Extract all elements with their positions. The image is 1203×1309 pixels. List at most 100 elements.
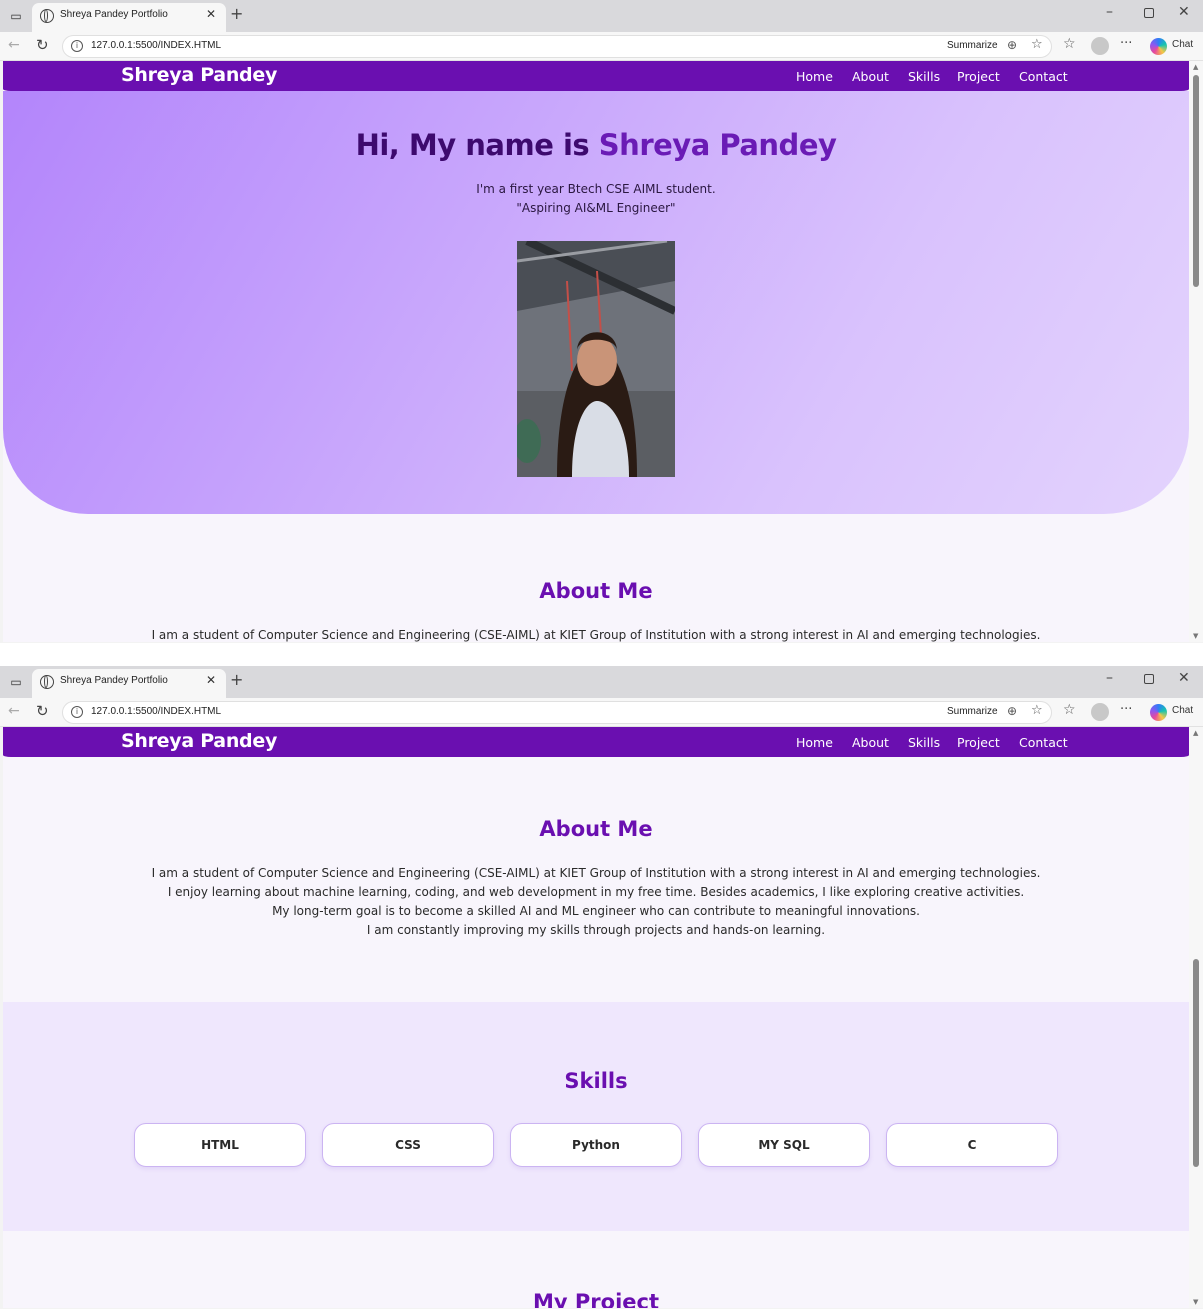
hero-name: Shreya Pandey — [598, 128, 837, 162]
hero-tagline: "Aspiring AI&ML Engineer" — [516, 201, 676, 215]
about-line-4: I am constantly improving my skills thro… — [366, 923, 826, 937]
address-bar: ← ↻ i 127.0.0.1:5500/INDEX.HTML Summariz… — [0, 32, 1203, 61]
close-window-icon[interactable]: ✕ — [1178, 670, 1190, 686]
close-window-icon[interactable]: ✕ — [1178, 4, 1190, 20]
site-navbar: Shreya Pandey Home About Skills Project … — [3, 61, 1189, 91]
window-menu-icon[interactable]: ▭ — [8, 8, 24, 24]
hero-intro: I'm a first year Btech CSE AIML student. — [476, 182, 716, 196]
favorite-star-icon[interactable]: ☆ — [1031, 37, 1043, 52]
browser-tab[interactable]: Shreya Pandey Portfolio ✕ — [32, 3, 226, 32]
nav-home-link[interactable]: Home — [796, 69, 833, 84]
reload-icon[interactable]: ↻ — [36, 702, 49, 720]
maximize-icon[interactable] — [1144, 8, 1154, 18]
page-viewport: About Me I am a student of Computer Scie… — [3, 727, 1189, 1308]
profile-avatar[interactable] — [1091, 703, 1109, 721]
nav-contact-link[interactable]: Contact — [1019, 735, 1068, 750]
tab-title: Shreya Pandey Portfolio — [60, 675, 168, 686]
skill-card-python: Python — [510, 1123, 682, 1167]
minimize-icon[interactable]: – — [1106, 670, 1113, 686]
summarize-button[interactable]: Summarize — [947, 40, 998, 51]
back-icon[interactable]: ← — [8, 703, 20, 719]
more-menu-icon[interactable]: ··· — [1120, 36, 1132, 51]
maximize-icon[interactable] — [1144, 674, 1154, 684]
chat-label: Chat — [1172, 705, 1194, 716]
window-menu-icon[interactable]: ▭ — [8, 674, 24, 690]
page-viewport: Hi, My name is Shreya Pandey I'm a first… — [3, 61, 1189, 642]
hero-greeting: Hi, My name is — [355, 128, 590, 162]
favorites-icon[interactable]: ☆ — [1063, 702, 1076, 718]
favorite-star-icon[interactable]: ☆ — [1031, 703, 1043, 718]
nav-skills-link[interactable]: Skills — [908, 69, 940, 84]
translate-icon[interactable]: ⊕ — [1007, 704, 1017, 718]
copilot-icon — [1150, 704, 1167, 721]
nav-project-link[interactable]: Project — [957, 735, 1000, 750]
scroll-down-icon[interactable]: ▼ — [1193, 632, 1198, 640]
nav-about-link[interactable]: About — [852, 735, 889, 750]
site-brand[interactable]: Shreya Pandey — [121, 64, 277, 86]
favorites-icon[interactable]: ☆ — [1063, 36, 1076, 52]
about-line-1: I am a student of Computer Science and E… — [151, 628, 1041, 642]
url-field[interactable]: i 127.0.0.1:5500/INDEX.HTML Summarize ⊕ … — [62, 701, 1052, 724]
profile-avatar[interactable] — [1091, 37, 1109, 55]
address-bar: ← ↻ i 127.0.0.1:5500/INDEX.HTML Summariz… — [0, 698, 1203, 727]
nav-contact-link[interactable]: Contact — [1019, 69, 1068, 84]
close-tab-icon[interactable]: ✕ — [206, 673, 216, 687]
scroll-thumb[interactable] — [1193, 75, 1199, 287]
browser-window-bottom: ▭ Shreya Pandey Portfolio ✕ + – ✕ ← ↻ i … — [0, 666, 1203, 1309]
browser-window-top: ▭ Shreya Pandey Portfolio ✕ + – ✕ ← ↻ i … — [0, 0, 1203, 643]
url-field[interactable]: i 127.0.0.1:5500/INDEX.HTML Summarize ⊕ … — [62, 35, 1052, 58]
profile-photo — [517, 241, 675, 477]
skills-title: Skills — [564, 1069, 628, 1093]
copilot-chat-button[interactable]: Chat — [1150, 37, 1196, 55]
translate-icon[interactable]: ⊕ — [1007, 38, 1017, 52]
hero-section: Hi, My name is Shreya Pandey I'm a first… — [3, 91, 1189, 514]
scroll-up-icon[interactable]: ▲ — [1193, 63, 1198, 71]
site-brand[interactable]: Shreya Pandey — [121, 730, 277, 752]
profile-photo-image — [517, 241, 675, 477]
back-icon[interactable]: ← — [8, 37, 20, 53]
tab-title: Shreya Pandey Portfolio — [60, 9, 168, 20]
vertical-scrollbar[interactable]: ▲ ▼ — [1189, 61, 1203, 642]
browser-tab[interactable]: Shreya Pandey Portfolio ✕ — [32, 669, 226, 698]
nav-home-link[interactable]: Home — [796, 735, 833, 750]
tab-bar: ▭ Shreya Pandey Portfolio ✕ + – ✕ — [0, 0, 1203, 32]
skill-card-mysql: MY SQL — [698, 1123, 870, 1167]
tab-bar: ▭ Shreya Pandey Portfolio ✕ + – ✕ — [0, 666, 1203, 698]
about-line-2: I enjoy learning about machine learning,… — [167, 885, 1025, 899]
new-tab-icon[interactable]: + — [230, 4, 243, 23]
nav-about-link[interactable]: About — [852, 69, 889, 84]
reload-icon[interactable]: ↻ — [36, 36, 49, 54]
vertical-scrollbar[interactable]: ▲ ▼ — [1189, 727, 1203, 1308]
globe-icon — [40, 675, 54, 689]
chat-label: Chat — [1172, 39, 1194, 50]
more-menu-icon[interactable]: ··· — [1120, 702, 1132, 717]
url-text: 127.0.0.1:5500/INDEX.HTML — [91, 40, 222, 51]
skill-card-css: CSS — [322, 1123, 494, 1167]
about-title: About Me — [539, 579, 653, 603]
scroll-up-icon[interactable]: ▲ — [1193, 729, 1198, 737]
site-navbar: Shreya Pandey Home About Skills Project … — [3, 727, 1189, 757]
summarize-button[interactable]: Summarize — [947, 706, 998, 717]
skill-card-html: HTML — [134, 1123, 306, 1167]
close-tab-icon[interactable]: ✕ — [206, 7, 216, 21]
skill-card-c: C — [886, 1123, 1058, 1167]
hero-heading: Hi, My name is Shreya Pandey — [3, 128, 1189, 162]
copilot-chat-button[interactable]: Chat — [1150, 703, 1196, 721]
scroll-down-icon[interactable]: ▼ — [1193, 1298, 1198, 1306]
about-line-1: I am a student of Computer Science and E… — [151, 866, 1041, 880]
skills-section: Skills HTML CSS Python MY SQL C — [3, 1002, 1189, 1231]
new-tab-icon[interactable]: + — [230, 670, 243, 689]
nav-skills-link[interactable]: Skills — [908, 735, 940, 750]
info-icon[interactable]: i — [71, 40, 83, 52]
nav-project-link[interactable]: Project — [957, 69, 1000, 84]
projects-title: My Project — [533, 1290, 659, 1308]
url-text: 127.0.0.1:5500/INDEX.HTML — [91, 706, 222, 717]
scroll-thumb[interactable] — [1193, 959, 1199, 1167]
copilot-icon — [1150, 38, 1167, 55]
about-line-3: My long-term goal is to become a skilled… — [272, 904, 920, 918]
minimize-icon[interactable]: – — [1106, 4, 1113, 20]
info-icon[interactable]: i — [71, 706, 83, 718]
screenshot-separator — [0, 643, 1203, 666]
globe-icon — [40, 9, 54, 23]
about-title: About Me — [539, 817, 653, 841]
